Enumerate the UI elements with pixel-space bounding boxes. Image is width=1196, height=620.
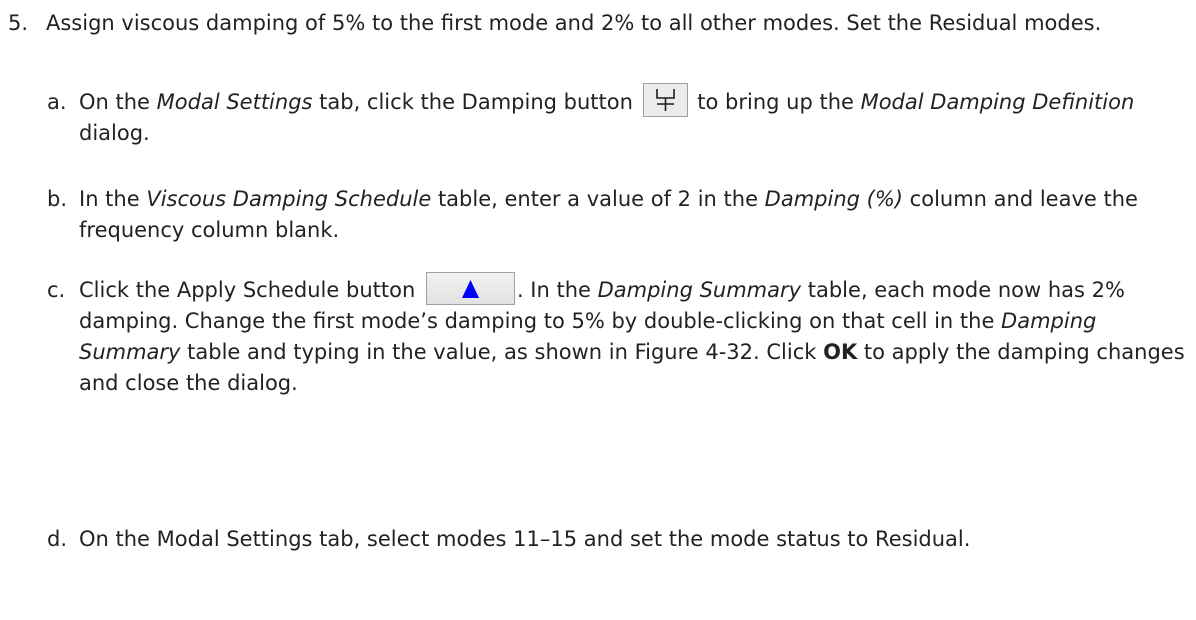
substep-letter: a. (47, 90, 67, 114)
damping-button[interactable] (642, 83, 688, 117)
ui-name-damping-percent: Damping (%) (764, 187, 903, 211)
substep-letter: d. (47, 527, 68, 551)
ok-label: OK (823, 340, 858, 364)
up-triangle-icon (461, 279, 479, 298)
ui-name-modal-settings: Modal Settings (156, 90, 313, 114)
substep-letter: c. (47, 278, 66, 302)
substep-letter: b. (47, 187, 68, 211)
damping-icon (655, 89, 675, 111)
step-5: 5. Assign viscous damping of 5% to the f… (8, 8, 1188, 39)
ui-name-modal-damping-definition: Modal Damping Definition (860, 90, 1135, 114)
ui-name-viscous-damping-schedule: Viscous Damping Schedule (146, 187, 432, 211)
apply-schedule-button[interactable] (425, 271, 515, 305)
substep-c: c. Click the Apply Schedule button . In … (47, 271, 1187, 399)
substep-a-text: On the Modal Settings tab, click the Dam… (79, 83, 1187, 149)
substep-c-text: Click the Apply Schedule button . In the… (79, 271, 1187, 399)
substep-b: b. In the Viscous Damping Schedule table… (47, 184, 1187, 246)
substep-b-text: In the Viscous Damping Schedule table, e… (79, 187, 1138, 242)
substep-d: d. On the Modal Settings tab, select mod… (47, 524, 1187, 555)
substep-a: a. On the Modal Settings tab, click the … (47, 83, 1187, 149)
substep-d-text: On the Modal Settings tab, select modes … (79, 527, 971, 551)
step-text: Assign viscous damping of 5% to the firs… (46, 11, 1102, 35)
ui-name-damping-summary: Damping Summary (597, 278, 802, 302)
step-number: 5. (8, 11, 29, 35)
